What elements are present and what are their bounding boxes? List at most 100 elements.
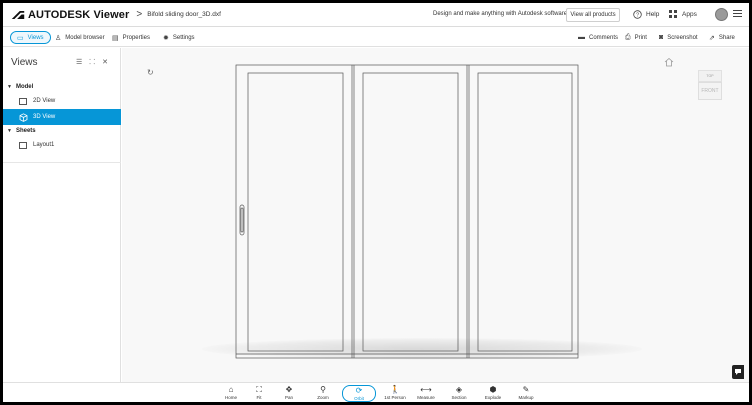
file-name: Bifold sliding door_3D.dxf [147, 11, 221, 18]
explode-icon: ⬢ [489, 385, 497, 394]
help-icon: ? [633, 10, 642, 19]
pan-icon: ✥ [285, 385, 293, 394]
views-tree: ▼ Model 2D View 3D View ▼ Sheets Layout1 [3, 81, 121, 153]
viewcube-front-face[interactable]: FRONT [698, 82, 722, 100]
breadcrumb-separator: > [136, 9, 143, 20]
tool-zoom[interactable]: ⚲ Zoom [308, 385, 338, 402]
orbit-cursor-icon: ↻ [147, 68, 154, 77]
share-button[interactable]: ⇗ Share [709, 31, 735, 44]
apps-button[interactable]: Apps [669, 10, 697, 18]
tool-first-person[interactable]: 🚶 1st Person [380, 385, 410, 402]
viewcube-top-face[interactable]: TOP [698, 70, 722, 82]
apps-grid-icon [669, 10, 677, 18]
comments-icon: ▬ [578, 34, 585, 41]
section-sheets[interactable]: ▼ Sheets [3, 125, 121, 137]
view-item-3d-label: 3D View [33, 114, 56, 120]
properties-icon: ▤ [112, 34, 119, 42]
panel-view-toggles: ☰ ⸬ ✕ [76, 58, 108, 67]
markup-icon: ✎ [522, 385, 530, 394]
tool-pan-label: Pan [284, 395, 293, 400]
tool-fit[interactable]: ⛶ Fit [244, 385, 274, 402]
tool-markup[interactable]: ✎ Markup [511, 385, 541, 402]
tool-first-person-label: 1st Person [384, 395, 406, 400]
tab-settings[interactable]: ✹ Settings [163, 31, 195, 44]
view-item-layout1-label: Layout1 [33, 142, 55, 148]
caret-down-icon: ▼ [7, 128, 12, 134]
tab-settings-label: Settings [172, 34, 195, 41]
section-model[interactable]: ▼ Model [3, 81, 121, 93]
tool-zoom-label: Zoom [317, 395, 329, 400]
door-model [235, 64, 579, 359]
section-icon: ◈ [455, 385, 463, 394]
navigation-toolbar: ⌂ Home ⛶ Fit ✥ Pan ⚲ Zoom ⟳ Orbit 🚶 1st … [3, 382, 749, 402]
screenshot-button[interactable]: ◙ Screenshot [659, 31, 698, 44]
tool-section[interactable]: ◈ Section [444, 385, 474, 402]
close-icon[interactable]: ✕ [102, 58, 108, 67]
sheet-icon [19, 97, 27, 105]
tool-section-label: Section [451, 395, 467, 400]
views-panel: Views ☰ ⸬ ✕ ▼ Model 2D View 3D View ▼ Sh… [3, 48, 121, 382]
fit-icon: ⛶ [256, 385, 262, 394]
divider [3, 162, 121, 163]
tool-fit-label: Fit [256, 395, 262, 400]
brand-name: AUTODESK Viewer [28, 8, 130, 21]
tab-properties[interactable]: ▤ Properties [112, 31, 150, 44]
tool-markup-label: Markup [518, 395, 534, 400]
sheet-icon [19, 141, 27, 149]
feedback-tab[interactable] [732, 365, 744, 379]
tool-measure-label: Measure [417, 395, 435, 400]
menu-icon[interactable] [733, 10, 742, 19]
views-icon: ▭ [17, 34, 24, 42]
viewer-toolbar: ▭ Views ♙ Model browser ▤ Properties ✹ S… [3, 28, 749, 47]
first-person-icon: 🚶 [390, 385, 400, 394]
viewcube[interactable]: TOP FRONT [698, 70, 722, 102]
model-canvas[interactable]: ↻ TOP FRONT [122, 48, 749, 382]
tab-model-browser[interactable]: ♙ Model browser [55, 31, 105, 44]
print-icon: ⎙ [625, 33, 631, 41]
tool-measure[interactable]: ⟷ Measure [411, 385, 441, 402]
view-item-3d[interactable]: 3D View [3, 109, 121, 125]
apps-label: Apps [682, 10, 697, 18]
comments-button[interactable]: ▬ Comments [578, 31, 618, 44]
screenshot-label: Screenshot [667, 34, 698, 41]
autodesk-logo[interactable]: AUTODESK Viewer [11, 9, 129, 21]
tool-home[interactable]: ⌂ Home [216, 385, 246, 402]
svg-text:?: ? [636, 12, 639, 18]
user-avatar[interactable] [715, 8, 728, 21]
autodesk-logo-icon [11, 10, 25, 19]
panel-title: Views [11, 57, 38, 68]
cube-icon [19, 112, 28, 122]
grid-view-icon[interactable]: ⸬ [89, 58, 95, 67]
tab-properties-label: Properties [122, 34, 150, 41]
tool-explode[interactable]: ⬢ Explode [478, 385, 508, 402]
section-sheets-label: Sheets [15, 128, 36, 134]
print-label: Print [634, 34, 647, 41]
view-item-2d[interactable]: 2D View [3, 93, 121, 109]
top-header: AUTODESK Viewer > Bifold sliding door_3D… [3, 3, 749, 27]
feedback-icon [735, 369, 741, 375]
section-model-label: Model [15, 84, 34, 90]
viewer-window: AUTODESK Viewer > Bifold sliding door_3D… [3, 3, 749, 402]
share-label: Share [718, 34, 735, 41]
gear-icon: ✹ [163, 34, 169, 42]
comments-label: Comments [589, 34, 619, 41]
print-button[interactable]: ⎙ Print [625, 31, 647, 44]
orbit-icon: ⟳ [355, 386, 363, 395]
tab-views[interactable]: ▭ Views [10, 31, 51, 44]
help-button[interactable]: ? Help [633, 10, 659, 19]
model-browser-icon: ♙ [55, 34, 62, 42]
view-item-layout1[interactable]: Layout1 [3, 137, 121, 153]
view-all-products-button[interactable]: View all products [566, 8, 620, 22]
camera-icon: ◙ [659, 34, 664, 41]
tool-orbit-label: Orbit [354, 396, 364, 401]
tool-pan[interactable]: ✥ Pan [274, 385, 304, 402]
home-view-icon[interactable] [664, 57, 674, 67]
caret-down-icon: ▼ [7, 84, 12, 90]
view-item-2d-label: 2D View [33, 98, 56, 104]
tool-orbit[interactable]: ⟳ Orbit [342, 385, 376, 402]
tool-home-label: Home [224, 395, 237, 400]
list-view-icon[interactable]: ☰ [76, 58, 82, 67]
tagline[interactable]: Design and make anything with Autodesk s… [433, 11, 567, 17]
zoom-icon: ⚲ [320, 385, 326, 394]
home-icon: ⌂ [228, 385, 234, 394]
